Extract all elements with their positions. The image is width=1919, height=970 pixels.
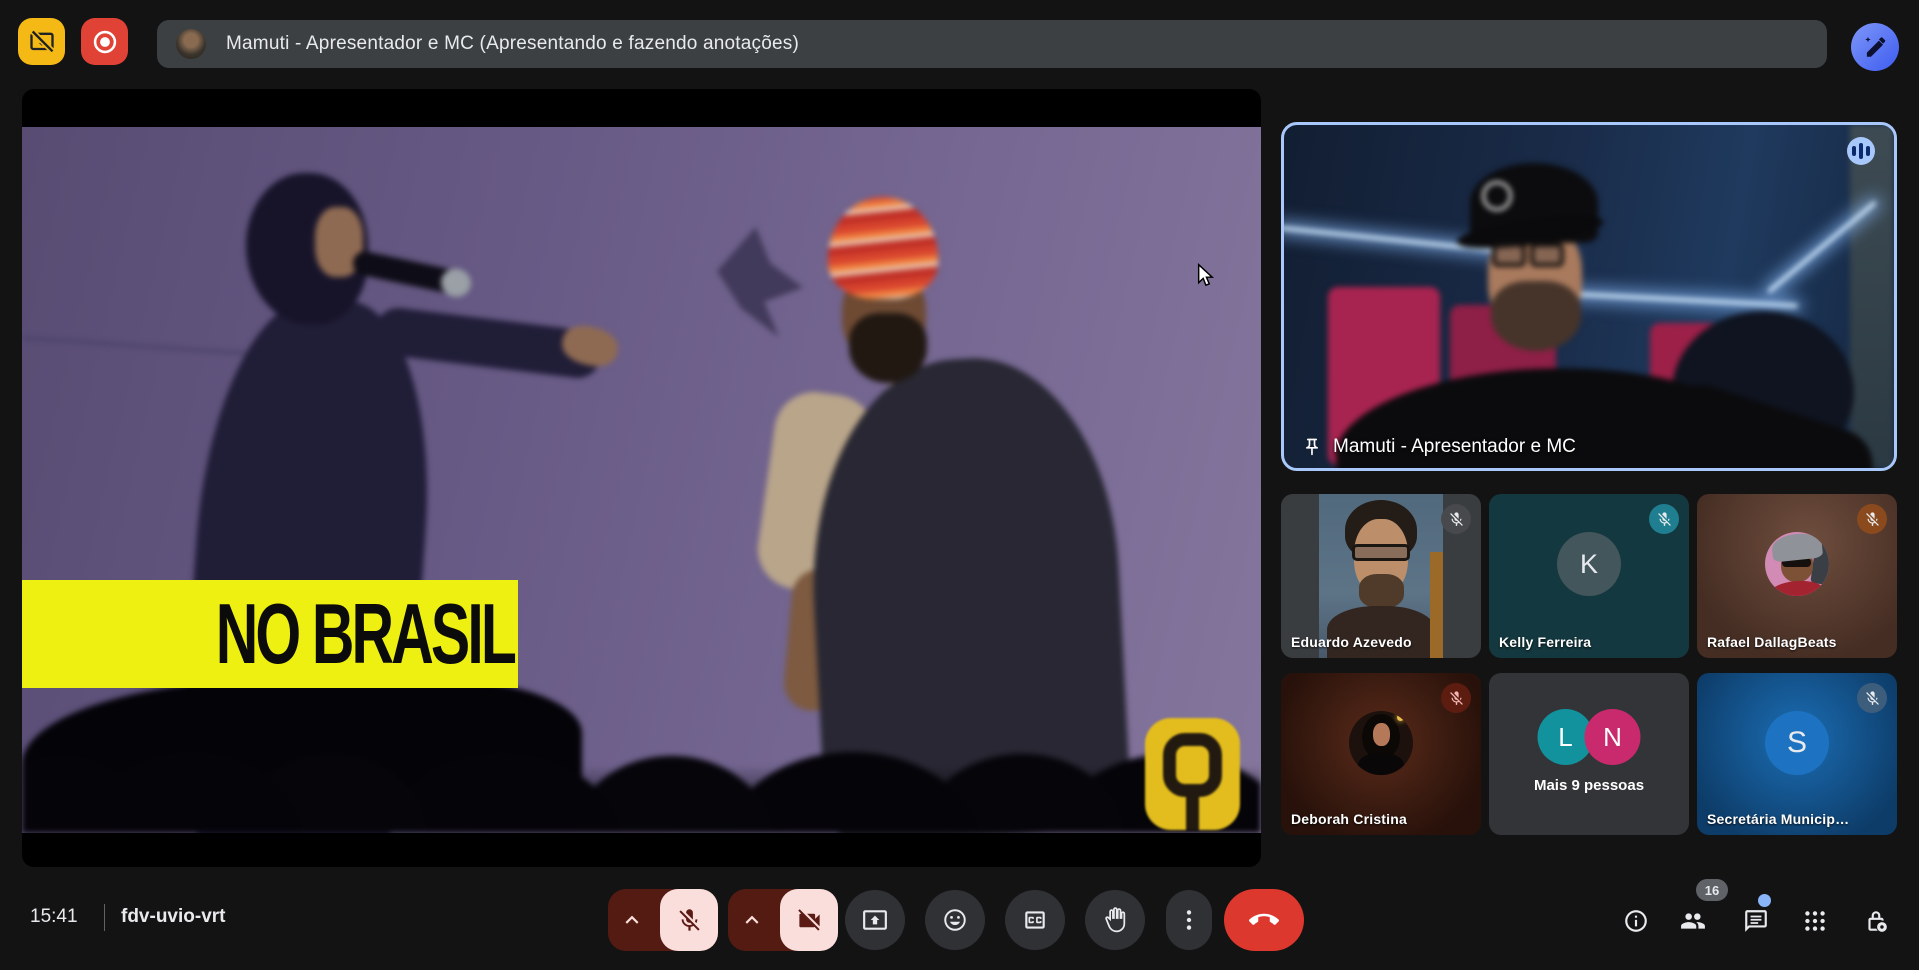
participant-tile-overflow[interactable]: L N Mais 9 pessoas <box>1489 673 1689 835</box>
decor-bird-silhouette <box>717 227 803 337</box>
presenter-banner-title: Mamuti - Apresentador e MC (Apresentando… <box>226 33 799 55</box>
mic-off-icon <box>1656 511 1673 528</box>
participant-name: Eduardo Azevedo <box>1291 634 1412 650</box>
avatar-initial: S <box>1787 726 1807 760</box>
channel-logo-stem <box>1186 795 1199 830</box>
participant-tile-deborah[interactable]: Deborah Cristina <box>1281 673 1481 835</box>
speaker-cap-logo <box>1482 181 1512 211</box>
participant-count-badge: 16 <box>1696 879 1728 901</box>
mic-off-icon <box>1448 511 1465 528</box>
more-vertical-icon <box>1176 907 1202 933</box>
participant-name: Rafael DallagBeats <box>1707 634 1837 650</box>
chevron-up-icon <box>619 907 645 933</box>
participant-tile-eduardo[interactable]: Eduardo Azevedo <box>1281 494 1481 658</box>
speaker-glasses <box>1492 243 1564 267</box>
presenter-banner[interactable]: Mamuti - Apresentador e MC (Apresentando… <box>157 20 1827 68</box>
decor-wire <box>22 336 272 356</box>
spotlight-video-scene <box>1284 125 1894 468</box>
spotlight-name-label: Mamuti - Apresentador e MC <box>1302 436 1576 458</box>
spotlight-name: Mamuti - Apresentador e MC <box>1333 436 1576 458</box>
decor-wall <box>1850 125 1894 468</box>
annotation-pen-button[interactable] <box>1851 23 1899 71</box>
presentation-paused-button[interactable] <box>18 18 65 65</box>
avatar-initial: K <box>1580 549 1598 580</box>
meeting-code: fdv-uvio-vrt <box>121 906 226 928</box>
overflow-avatars: L N <box>1538 709 1641 765</box>
performer-right-beanie <box>828 197 938 299</box>
mic-off-icon <box>676 907 703 934</box>
presentation-video: NO BRASIL <box>22 127 1261 833</box>
magic-pen-icon <box>1862 34 1888 60</box>
participant-tile-kelly[interactable]: K Kelly Ferreira <box>1489 494 1689 658</box>
participant-tile-secretaria[interactable]: S Secretária Municip… <box>1697 673 1897 835</box>
raised-hand-icon <box>1102 907 1128 933</box>
performer-right-beard <box>849 313 927 383</box>
mute-badge <box>1649 504 1679 534</box>
microphone <box>351 249 469 297</box>
channel-logo <box>1145 718 1240 830</box>
microphone-control-group <box>608 889 718 951</box>
caption-text: NO BRASIL <box>216 585 514 683</box>
chevron-up-icon <box>739 907 765 933</box>
mouse-cursor <box>1197 263 1215 290</box>
chat-button[interactable] <box>1743 908 1769 934</box>
mute-badge <box>1857 683 1887 713</box>
emoji-icon <box>942 907 968 933</box>
camera-off-button[interactable] <box>780 889 838 951</box>
activities-button[interactable] <box>1802 908 1828 934</box>
caption-banner: NO BRASIL <box>22 580 518 688</box>
present-icon <box>862 907 888 933</box>
presenter-avatar <box>176 29 206 59</box>
info-icon <box>1623 908 1649 934</box>
end-call-button[interactable] <box>1224 889 1304 951</box>
record-icon <box>91 28 119 56</box>
reactions-button[interactable] <box>925 890 985 950</box>
mute-badge <box>1441 683 1471 713</box>
show-participants-button[interactable] <box>1680 908 1706 934</box>
divider <box>104 904 105 931</box>
mute-badge <box>1441 504 1471 534</box>
more-options-button[interactable] <box>1166 890 1212 950</box>
presentation-stage[interactable]: NO BRASIL <box>22 89 1261 867</box>
meeting-details-button[interactable] <box>1623 908 1649 934</box>
present-screen-button[interactable] <box>845 890 905 950</box>
stage-scene <box>22 127 1261 833</box>
captions-button[interactable] <box>1005 890 1065 950</box>
call-end-icon <box>1249 905 1279 935</box>
raise-hand-button[interactable] <box>1085 890 1145 950</box>
channel-logo-ring <box>1163 733 1222 797</box>
present-off-icon <box>28 28 56 56</box>
recording-indicator-button[interactable] <box>81 18 128 65</box>
apps-grid-icon <box>1802 908 1828 934</box>
audio-activity-indicator <box>1847 137 1875 165</box>
audience-silhouettes <box>22 683 1261 833</box>
pin-icon <box>1302 437 1322 457</box>
mute-badge <box>1857 504 1887 534</box>
clock-time: 15:41 <box>30 906 78 928</box>
overflow-label: Mais 9 pessoas <box>1489 777 1689 794</box>
speaker-beard <box>1491 281 1581 351</box>
avatar: N <box>1585 709 1641 765</box>
avatar: S <box>1765 711 1829 775</box>
avatar: K <box>1557 532 1621 596</box>
mic-off-icon <box>1448 690 1465 707</box>
spotlight-tile-mamuti[interactable]: Mamuti - Apresentador e MC <box>1281 122 1897 471</box>
camera-control-group <box>728 889 838 951</box>
camera-off-icon <box>796 907 823 934</box>
avatar <box>1349 711 1413 775</box>
closed-captions-icon <box>1022 907 1048 933</box>
chat-notification-dot <box>1758 894 1771 907</box>
participant-name: Deborah Cristina <box>1291 811 1407 827</box>
mic-off-icon <box>1864 690 1881 707</box>
participant-tile-rafael[interactable]: Rafael DallagBeats <box>1697 494 1897 658</box>
avatar <box>1765 532 1829 596</box>
mic-mute-button[interactable] <box>660 889 718 951</box>
participant-name: Kelly Ferreira <box>1499 634 1591 650</box>
chat-icon <box>1743 908 1769 934</box>
participant-name: Secretária Municip… <box>1707 811 1849 827</box>
host-controls-button[interactable] <box>1863 908 1889 934</box>
mic-off-icon <box>1864 511 1881 528</box>
people-icon <box>1680 908 1706 934</box>
lock-icon <box>1863 908 1889 934</box>
